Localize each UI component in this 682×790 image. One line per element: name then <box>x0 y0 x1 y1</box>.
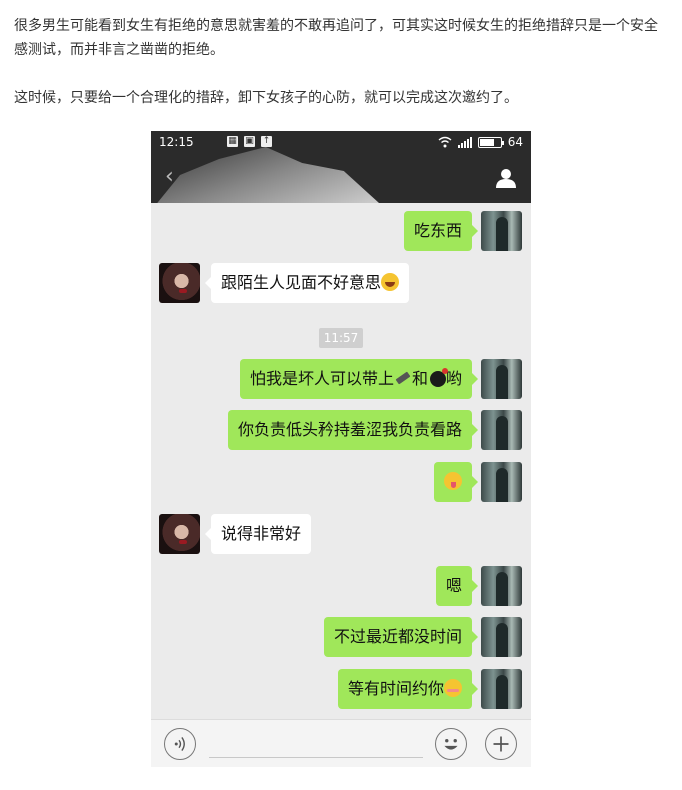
message-text: 等有时间约你 <box>347 679 444 698</box>
image-notification-icon: ▦ <box>227 136 238 147</box>
voice-icon[interactable] <box>164 728 196 760</box>
message-row-me: 你负责低头矜持羞涩我负责看路 <box>151 410 531 450</box>
message-row-me: 怕我是坏人可以带上和哟 <box>151 359 531 399</box>
message-text: 哟 <box>445 369 462 388</box>
my-avatar[interactable] <box>481 669 522 709</box>
wink-tongue-emoji-icon <box>444 472 462 490</box>
pen-emoji-icon <box>395 371 411 385</box>
notification-icons: ▦ ▣ ↑ <box>227 136 278 150</box>
article-paragraph-1: 很多男生可能看到女生有拒绝的意思就害羞的不敢再追问了，可其实这时候女生的拒绝措辞… <box>14 18 658 58</box>
contact-avatar[interactable] <box>159 514 200 554</box>
message-bubble-them[interactable]: 跟陌生人见面不好意思 <box>204 263 410 303</box>
message-row-me <box>151 462 531 502</box>
battery-icon <box>477 136 504 148</box>
article-paragraph-2: 这时候，只要给一个合理化的措辞，卸下女孩子的心防，就可以完成这次邀约了。 <box>14 90 518 106</box>
message-row-me: 嗯 <box>151 566 531 606</box>
back-icon[interactable]: ‹ <box>165 166 179 188</box>
message-bubble-me[interactable] <box>434 462 478 502</box>
message-text: 跟陌生人见面不好意思 <box>221 273 382 292</box>
message-row-me: 等有时间约你 <box>151 669 531 709</box>
status-time: 12:15 <box>159 135 194 149</box>
chat-screenshot: 12:15 ▦ ▣ ↑ 64 ‹ 吃东西 跟陌生人见面不好意思 11:57 怕我… <box>151 131 531 767</box>
my-avatar[interactable] <box>481 359 522 399</box>
message-row-them: 说得非常好 <box>151 514 531 554</box>
my-avatar[interactable] <box>481 462 522 502</box>
message-text: 你负责低头矜持羞涩我负责看路 <box>237 420 462 439</box>
plus-icon[interactable] <box>485 728 517 760</box>
my-avatar[interactable] <box>481 617 522 657</box>
wifi-icon <box>438 136 452 148</box>
signal-icon <box>457 136 472 148</box>
contact-avatar[interactable] <box>159 263 200 303</box>
upload-notification-icon: ↑ <box>261 136 272 147</box>
status-bar: 12:15 ▦ ▣ ↑ 64 <box>159 135 523 151</box>
blushing-emoji-icon <box>444 679 462 697</box>
message-bubble-me[interactable]: 不过最近都没时间 <box>323 617 479 657</box>
battery-level: 64 <box>507 135 523 149</box>
message-text: 说得非常好 <box>221 524 302 543</box>
my-avatar[interactable] <box>481 566 522 606</box>
message-text: 不过最近都没时间 <box>333 627 462 646</box>
message-row-them: 跟陌生人见面不好意思 <box>151 263 531 303</box>
message-text: 和 <box>411 369 428 388</box>
chat-input-bar <box>151 719 531 767</box>
message-bubble-them[interactable]: 说得非常好 <box>204 514 312 554</box>
message-bubble-me[interactable]: 等有时间约你 <box>337 669 479 709</box>
message-bubble-me[interactable]: 吃东西 <box>403 211 479 251</box>
my-avatar[interactable] <box>481 410 522 450</box>
message-input[interactable] <box>209 732 423 758</box>
message-bubble-me[interactable]: 嗯 <box>435 566 479 606</box>
message-row-me: 不过最近都没时间 <box>151 617 531 657</box>
message-text: 吃东西 <box>413 221 462 240</box>
contact-icon[interactable] <box>495 167 517 189</box>
message-text: 嗯 <box>445 576 462 595</box>
bomb-emoji-icon <box>429 368 448 387</box>
chat-timestamp: 11:57 <box>319 328 363 348</box>
message-bubble-me[interactable]: 你负责低头矜持羞涩我负责看路 <box>227 410 479 450</box>
chat-header: 12:15 ▦ ▣ ↑ 64 ‹ <box>151 131 531 203</box>
app-notification-icon: ▣ <box>244 136 255 147</box>
header-wallpaper <box>151 147 401 203</box>
emoji-icon[interactable] <box>435 728 467 760</box>
message-text: 怕我是坏人可以带上 <box>249 369 394 388</box>
message-bubble-me[interactable]: 怕我是坏人可以带上和哟 <box>239 359 479 399</box>
laughing-tears-emoji-icon <box>381 273 400 291</box>
message-row-me: 吃东西 <box>151 211 531 251</box>
my-avatar[interactable] <box>481 211 522 251</box>
